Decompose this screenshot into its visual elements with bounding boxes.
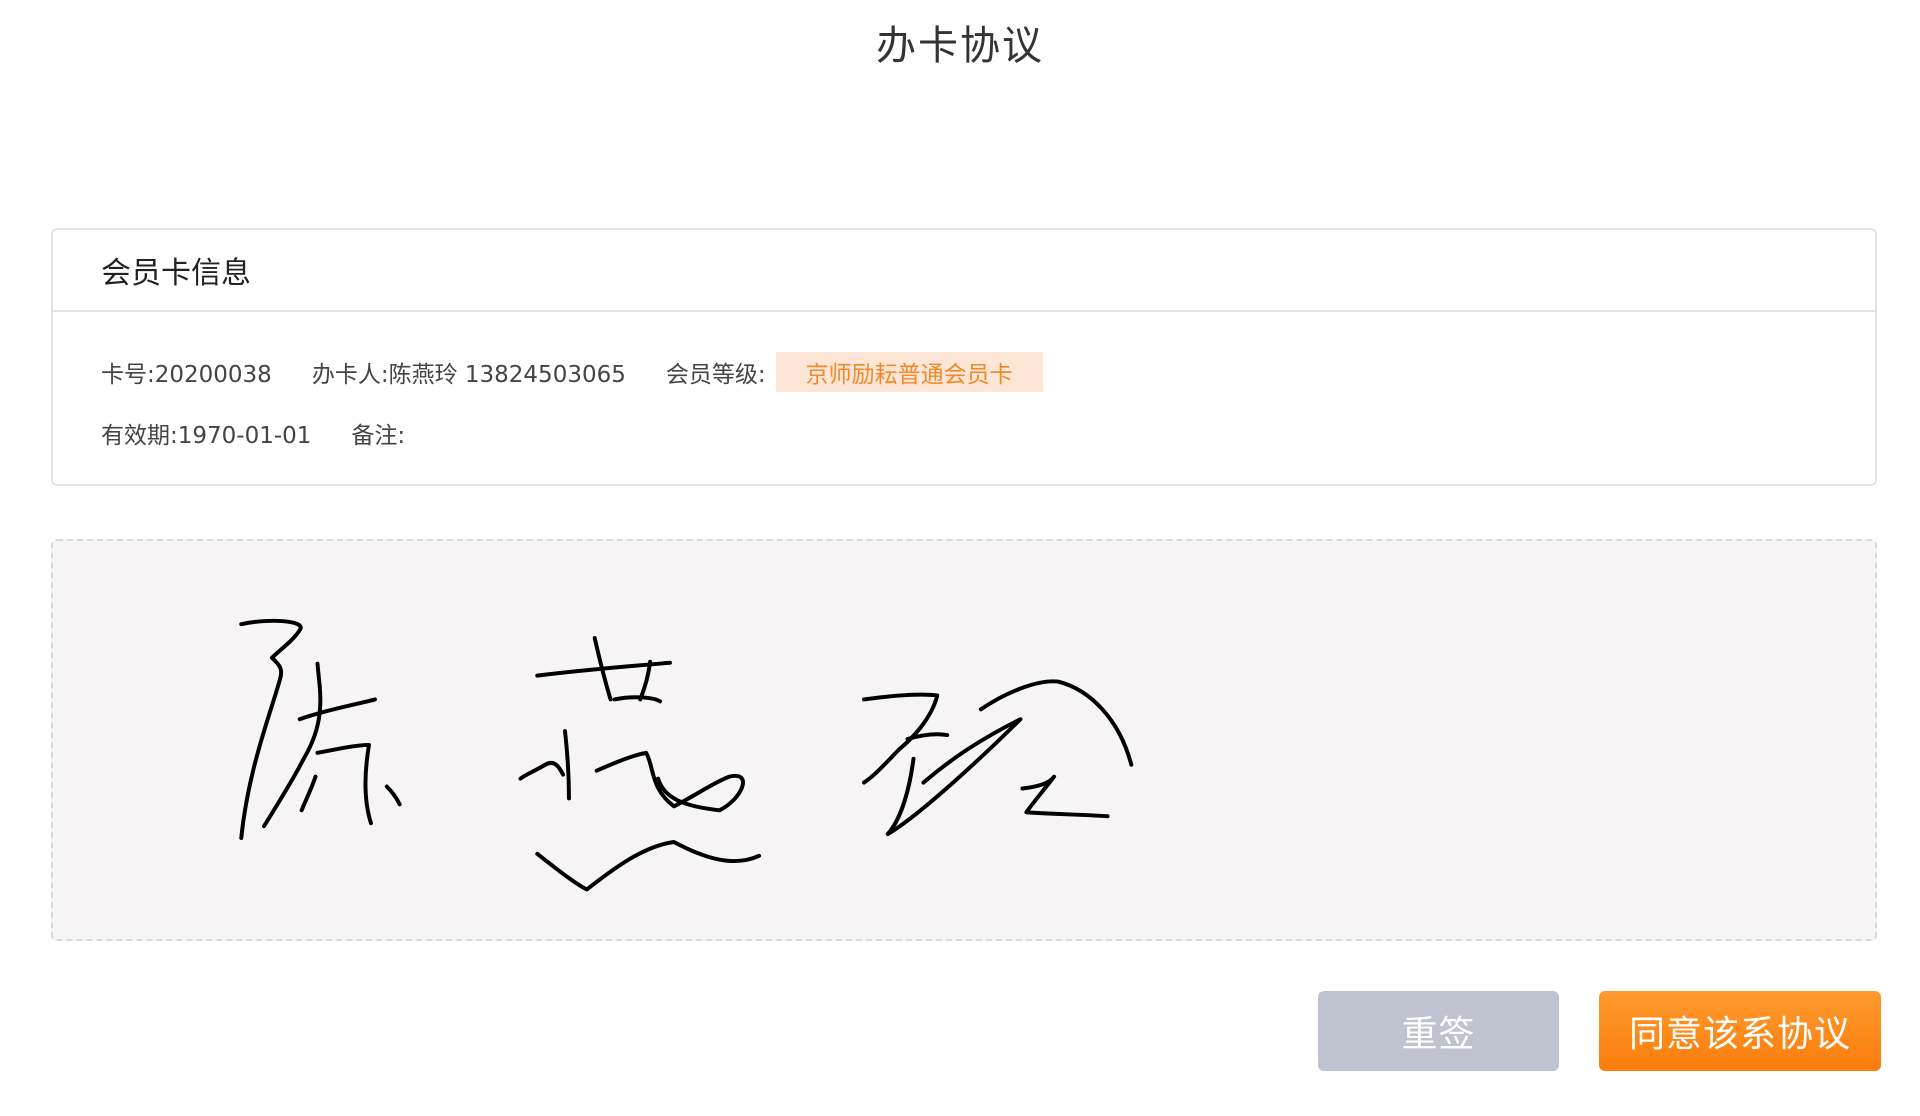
remark: 备注: [351,423,406,449]
card-info-header: 会员卡信息 [53,230,1875,312]
page-title: 办卡协议 [876,23,1044,69]
signature-pad[interactable] [51,539,1877,941]
card-number: 卡号:20200038 [101,362,272,388]
member-level-badge: 京师励耘普通会员卡 [775,352,1043,392]
info-row-2: 有效期:1970-01-01 备注: [101,411,1875,455]
validity-date: 有效期:1970-01-01 [101,423,312,449]
member-level-label: 会员等级: [665,362,766,388]
resign-button[interactable]: 重签 [1318,991,1559,1071]
agreement-page: 办卡协议 会员卡信息 卡号:20200038 办卡人:陈燕玲 138245030… [0,0,1920,1116]
handwritten-signature [239,618,1134,892]
member-card-info-panel: 会员卡信息 卡号:20200038 办卡人:陈燕玲 13824503065 会员… [51,228,1877,486]
agree-agreement-button[interactable]: 同意该系协议 [1599,991,1881,1071]
member-level: 会员等级: 京师励耘普通会员卡 [666,352,1043,392]
applicant-info: 办卡人:陈燕玲 13824503065 [311,362,626,388]
card-info-body: 卡号:20200038 办卡人:陈燕玲 13824503065 会员等级: 京师… [53,312,1875,455]
info-row-1: 卡号:20200038 办卡人:陈燕玲 13824503065 会员等级: 京师… [101,350,1875,394]
